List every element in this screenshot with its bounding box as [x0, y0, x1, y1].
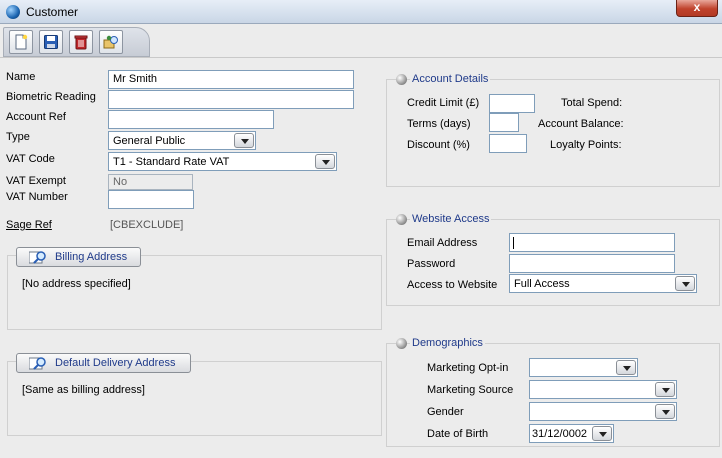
- email-input[interactable]: [509, 233, 675, 252]
- website-access-title: Website Access: [410, 213, 492, 225]
- access-website-select[interactable]: Full Access: [509, 274, 697, 293]
- gender-select[interactable]: [529, 402, 677, 421]
- type-select-value: General Public: [113, 135, 186, 147]
- credit-limit-input[interactable]: [489, 94, 535, 113]
- close-button[interactable]: x: [676, 0, 718, 17]
- type-label: Type: [6, 131, 30, 143]
- account-details-panel: [386, 79, 720, 187]
- type-select[interactable]: General Public: [108, 131, 256, 150]
- terms-input[interactable]: [489, 113, 519, 132]
- vat-code-select-value: T1 - Standard Rate VAT: [113, 156, 230, 168]
- sage-ref-link[interactable]: Sage Ref: [6, 219, 52, 231]
- marketing-opt-in-select[interactable]: [529, 358, 638, 377]
- biometric-input[interactable]: [108, 90, 354, 109]
- delete-button[interactable]: [69, 30, 93, 54]
- vat-exempt-field: No: [108, 174, 193, 190]
- website-access-bullet-icon: [396, 214, 407, 225]
- terms-label: Terms (days): [407, 118, 471, 130]
- account-details-bullet-icon: [396, 74, 407, 85]
- discount-input[interactable]: [489, 134, 527, 153]
- sage-ref-value: [CBEXCLUDE]: [110, 219, 184, 231]
- delivery-address-text: [Same as billing address]: [22, 384, 145, 396]
- access-website-value: Full Access: [514, 278, 570, 290]
- date-of-birth-label: Date of Birth: [427, 428, 489, 440]
- date-of-birth-picker[interactable]: 31/12/0002: [529, 424, 614, 443]
- demographics-title: Demographics: [410, 337, 485, 349]
- gender-label: Gender: [427, 406, 464, 418]
- window-title: Customer: [26, 5, 79, 19]
- vat-number-label: VAT Number: [6, 191, 68, 203]
- password-input[interactable]: [509, 254, 675, 273]
- magnifier-icon: [29, 357, 46, 370]
- billing-address-button-label: Billing Address: [55, 251, 128, 263]
- title-bar: [0, 0, 722, 24]
- account-ref-input[interactable]: [108, 110, 274, 129]
- lookup-button[interactable]: [99, 30, 123, 54]
- total-spend-label: Total Spend:: [561, 97, 623, 109]
- account-ref-label: Account Ref: [6, 111, 66, 123]
- chevron-down-icon[interactable]: [592, 426, 612, 441]
- text-caret: [513, 237, 514, 249]
- magnifier-icon: [29, 251, 46, 264]
- biometric-label: Biometric Reading: [6, 91, 96, 103]
- date-of-birth-value: 31/12/0002: [532, 428, 588, 440]
- trash-icon: [74, 35, 88, 50]
- chevron-down-icon[interactable]: [675, 276, 695, 291]
- email-label: Email Address: [407, 237, 478, 249]
- vat-code-select[interactable]: T1 - Standard Rate VAT: [108, 152, 337, 171]
- vat-exempt-label: VAT Exempt: [6, 175, 66, 187]
- delivery-address-button-label: Default Delivery Address: [55, 357, 176, 369]
- save-button[interactable]: [39, 30, 63, 54]
- chevron-down-icon[interactable]: [234, 133, 254, 148]
- marketing-source-select[interactable]: [529, 380, 677, 399]
- save-disk-icon: [44, 35, 58, 49]
- account-details-title: Account Details: [410, 73, 491, 85]
- demographics-bullet-icon: [396, 338, 407, 349]
- credit-limit-label: Credit Limit (£): [407, 97, 480, 109]
- password-label: Password: [407, 258, 456, 270]
- name-input[interactable]: Mr Smith: [108, 70, 354, 89]
- chevron-down-icon[interactable]: [616, 360, 636, 375]
- delivery-address-button[interactable]: Default Delivery Address: [16, 353, 191, 373]
- chevron-down-icon[interactable]: [655, 382, 675, 397]
- new-record-button[interactable]: [9, 30, 33, 54]
- vat-number-input[interactable]: [108, 190, 194, 209]
- marketing-opt-in-label: Marketing Opt-in: [427, 362, 509, 374]
- billing-address-text: [No address specified]: [22, 278, 131, 290]
- access-website-label: Access to Website: [407, 279, 498, 291]
- marketing-source-label: Marketing Source: [427, 384, 514, 396]
- new-document-icon: [15, 34, 28, 50]
- name-label: Name: [6, 71, 36, 83]
- lookup-icon: [103, 35, 118, 49]
- loyalty-points-label: Loyalty Points:: [550, 139, 622, 151]
- app-icon: [6, 5, 20, 19]
- chevron-down-icon[interactable]: [315, 154, 335, 169]
- vat-code-label: VAT Code: [6, 153, 55, 165]
- billing-address-button[interactable]: Billing Address: [16, 247, 141, 267]
- chevron-down-icon[interactable]: [655, 404, 675, 419]
- account-balance-label: Account Balance:: [538, 118, 624, 130]
- discount-label: Discount (%): [407, 139, 470, 151]
